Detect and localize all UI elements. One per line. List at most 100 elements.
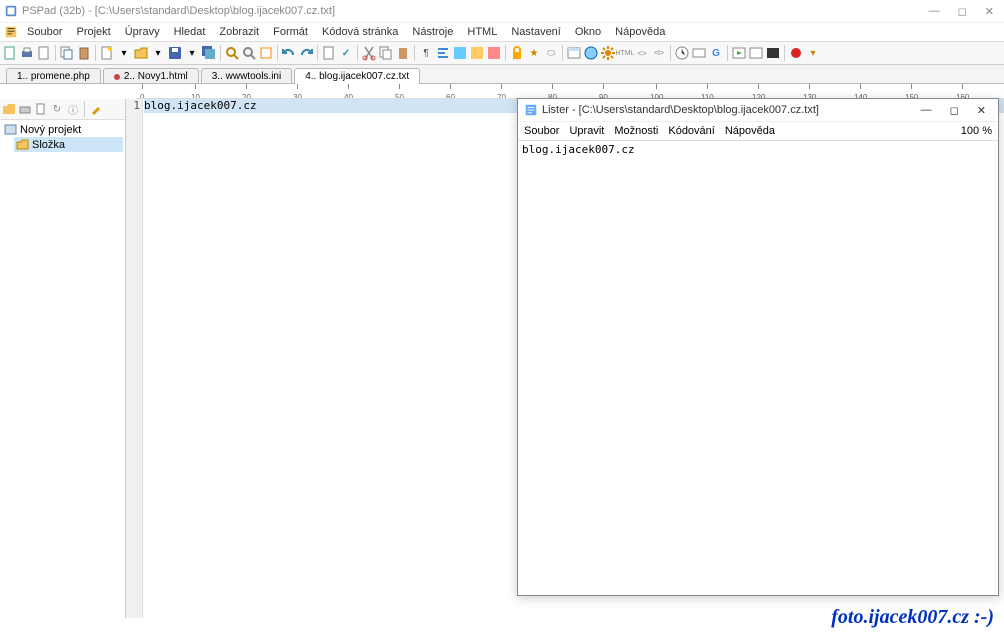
line-number: 1	[133, 99, 140, 112]
time-icon[interactable]	[674, 45, 690, 61]
tag-icon[interactable]: <>	[634, 45, 650, 61]
globe-icon[interactable]	[583, 45, 599, 61]
dropdown3-icon[interactable]: ▾	[184, 45, 200, 61]
browser-icon[interactable]	[566, 45, 582, 61]
save-icon[interactable]	[167, 45, 183, 61]
tag2-icon[interactable]: <t>	[651, 45, 667, 61]
lister-title: Lister - [C:\Users\standard\Desktop\blog…	[542, 104, 921, 116]
window-title: PSPad (32b) - [C:\Users\standard\Desktop…	[22, 5, 929, 17]
highlight-icon[interactable]	[452, 45, 468, 61]
search-icon[interactable]	[224, 45, 240, 61]
find2-icon[interactable]	[258, 45, 274, 61]
find-icon[interactable]	[241, 45, 257, 61]
lister-menu-kodovani[interactable]: Kódování	[668, 125, 714, 137]
paste2-icon[interactable]	[395, 45, 411, 61]
print-icon[interactable]	[19, 45, 35, 61]
pilcrow-icon[interactable]: ¶	[418, 45, 434, 61]
tab-wwwtools[interactable]: 3.. wwwtools.ini	[201, 68, 292, 83]
fill-icon[interactable]	[469, 45, 485, 61]
dropdown2-icon[interactable]: ▾	[150, 45, 166, 61]
info-icon[interactable]: ⓘ	[66, 102, 80, 116]
new2-icon[interactable]	[99, 45, 115, 61]
dropdown-icon[interactable]: ▾	[116, 45, 132, 61]
lock-icon[interactable]	[509, 45, 525, 61]
fish-icon[interactable]: ⬭	[543, 45, 559, 61]
tv-icon[interactable]	[691, 45, 707, 61]
cut-icon[interactable]	[361, 45, 377, 61]
menu-upravy[interactable]: Úpravy	[120, 25, 165, 39]
doc-icon[interactable]	[321, 45, 337, 61]
paste-icon[interactable]	[76, 45, 92, 61]
minimize-button[interactable]: —	[929, 5, 940, 18]
reload-icon[interactable]: ↻	[50, 102, 64, 116]
menu-kodova[interactable]: Kódová stránka	[317, 25, 403, 39]
tab-label: 4.. blog.ijacek007.cz.txt	[305, 71, 409, 82]
open-icon[interactable]	[133, 45, 149, 61]
menu-soubor[interactable]: Soubor	[22, 25, 67, 39]
gear-icon[interactable]	[600, 45, 616, 61]
lister-text: blog.ijacek007.cz	[522, 143, 635, 156]
tree-label: Nový projekt	[20, 124, 81, 136]
folder2-icon	[16, 138, 29, 151]
menu-zobrazit[interactable]: Zobrazit	[214, 25, 264, 39]
tab-promene[interactable]: 1.. promene.php	[6, 68, 101, 83]
recdrop-icon[interactable]: ▾	[805, 45, 821, 61]
menu-html[interactable]: HTML	[462, 25, 502, 39]
wrap-icon[interactable]	[435, 45, 451, 61]
disk-icon[interactable]	[18, 102, 32, 116]
menu-projekt[interactable]: Projekt	[71, 25, 115, 39]
tree-label: Složka	[32, 139, 65, 151]
maximize-button[interactable]: ◻	[958, 5, 967, 18]
tab-blog[interactable]: 4.. blog.ijacek007.cz.txt	[294, 68, 420, 84]
copy-icon[interactable]	[59, 45, 75, 61]
menu-nastaveni[interactable]: Nastavení	[506, 25, 566, 39]
lister-minimize-button[interactable]: —	[921, 104, 932, 117]
copy2-icon[interactable]	[378, 45, 394, 61]
lister-menu-moznosti[interactable]: Možnosti	[614, 125, 658, 137]
tab-novy1[interactable]: 2.. Novy1.html	[103, 68, 199, 83]
play-icon[interactable]	[731, 45, 747, 61]
folder-icon[interactable]	[2, 102, 16, 116]
sidebar-toolbar: ↻ ⓘ	[0, 99, 125, 120]
lister-maximize-button[interactable]: ◻	[950, 104, 959, 117]
new3-icon[interactable]	[34, 102, 48, 116]
project-tree: Nový projekt Složka	[0, 120, 125, 154]
lister-menu-soubor[interactable]: Soubor	[524, 125, 559, 137]
menu-icon	[4, 25, 18, 39]
tree-folder[interactable]: Složka	[14, 137, 123, 152]
new-icon[interactable]	[2, 45, 18, 61]
play2-icon[interactable]	[748, 45, 764, 61]
record-icon[interactable]	[788, 45, 804, 61]
gutter: 1	[126, 99, 143, 618]
redo-icon[interactable]	[298, 45, 314, 61]
html-icon[interactable]: HTML	[617, 45, 633, 61]
tree-project[interactable]: Nový projekt	[2, 122, 123, 137]
close-button[interactable]: ✕	[985, 5, 994, 18]
project-icon	[4, 123, 17, 136]
term-icon[interactable]	[765, 45, 781, 61]
menu-format[interactable]: Formát	[268, 25, 313, 39]
menu-napoveda[interactable]: Nápověda	[610, 25, 670, 39]
tool-icon[interactable]	[89, 102, 103, 116]
spell-icon[interactable]: ✓	[338, 45, 354, 61]
file-tabs: 1.. promene.php 2.. Novy1.html 3.. wwwto…	[0, 65, 1004, 84]
lister-content[interactable]: blog.ijacek007.cz	[518, 141, 998, 158]
menu-nastroje[interactable]: Nástroje	[407, 25, 458, 39]
lister-titlebar: Lister - [C:\Users\standard\Desktop\blog…	[518, 99, 998, 122]
file-icon[interactable]	[36, 45, 52, 61]
watermark: foto.ijacek007.cz :-)	[831, 606, 994, 629]
lister-close-button[interactable]: ✕	[977, 104, 986, 117]
google-icon[interactable]: G	[708, 45, 724, 61]
lister-menu-upravit[interactable]: Upravit	[569, 125, 604, 137]
menu-okno[interactable]: Okno	[570, 25, 606, 39]
saveall-icon[interactable]	[201, 45, 217, 61]
modified-icon	[114, 74, 120, 80]
toolbar: ▾ ▾ ▾ ✓ ¶ ★ ⬭ HTML <> <t> G ▾	[0, 42, 1004, 65]
undo-icon[interactable]	[281, 45, 297, 61]
tab-label: 1.. promene.php	[17, 71, 90, 82]
star-icon[interactable]: ★	[526, 45, 542, 61]
app-icon	[4, 4, 18, 18]
menu-hledat[interactable]: Hledat	[169, 25, 211, 39]
lister-menu-napoveda[interactable]: Nápověda	[725, 125, 775, 137]
color-icon[interactable]	[486, 45, 502, 61]
